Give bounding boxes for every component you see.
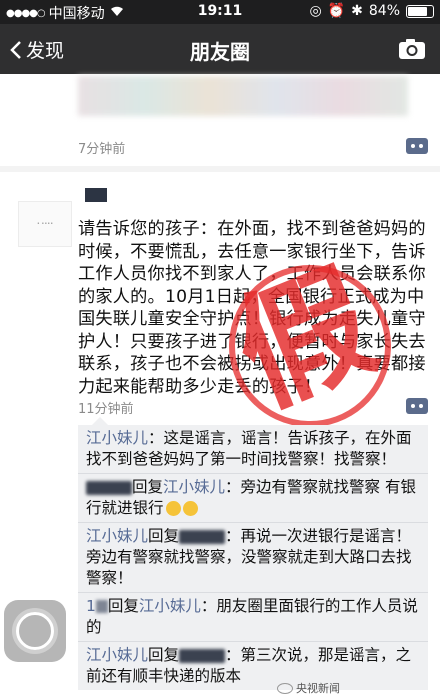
reply-target-name[interactable]: 江小妹儿 bbox=[139, 597, 201, 615]
reply-label: 回复 bbox=[148, 646, 180, 664]
reply-label: 回复 bbox=[107, 597, 139, 615]
commenter-name[interactable]: 江小妹儿 bbox=[86, 646, 148, 664]
reply-target-name[interactable]: 江小妹儿 bbox=[163, 478, 225, 496]
comment-list: 江小妹儿：这是谣言，谣言！告诉孩子，在外面找不到爸爸妈妈了第一时间找警察！找警察… bbox=[78, 417, 428, 690]
comment-item[interactable]: 回复江小妹儿：旁边有警察就找警察 有银行就进银行 bbox=[78, 474, 428, 523]
comment-button[interactable] bbox=[406, 138, 428, 154]
battery-icon bbox=[406, 4, 434, 18]
assistive-touch-button[interactable] bbox=[4, 600, 66, 662]
camera-icon[interactable] bbox=[398, 38, 426, 60]
commenter-name-blurred[interactable] bbox=[86, 480, 132, 495]
commenter-name-blurred[interactable] bbox=[95, 600, 108, 613]
rotation-lock-icon: ◎ bbox=[309, 3, 322, 19]
comment-item[interactable]: 江小妹儿：这是谣言，谣言！告诉孩子，在外面找不到爸爸妈妈了第一时间找警察！找警察… bbox=[78, 425, 428, 474]
reply-target-blurred[interactable] bbox=[179, 648, 226, 663]
alarm-icon: ⏰ bbox=[327, 3, 346, 19]
watermark: 央视新闻 bbox=[277, 680, 340, 696]
nav-bar: 发现 朋友圈 bbox=[0, 24, 440, 74]
moment-time: 7分钟前 bbox=[78, 142, 126, 157]
reply-label: 回复 bbox=[132, 478, 164, 496]
avatar[interactable]: • •••• bbox=[18, 201, 72, 247]
moment-card: 7分钟前 bbox=[0, 74, 440, 166]
commenter-name[interactable]: 江小妹儿 bbox=[86, 527, 148, 545]
reply-target-blurred[interactable] bbox=[179, 529, 226, 544]
emoji-icon bbox=[182, 501, 198, 516]
comment-item[interactable]: 江小妹儿回复 ：第三次说，那是谣言，之前还有顺丰快递的版本 bbox=[78, 642, 428, 690]
commenter-name-prefix[interactable]: 1 bbox=[86, 597, 96, 615]
status-bar: ●●●●○ 中国移动 19:11 ◎ ⏰ ✱ 84% bbox=[0, 0, 440, 24]
comment-button[interactable] bbox=[406, 398, 428, 414]
commenter-name[interactable]: 江小妹儿 bbox=[86, 429, 148, 447]
watermark-text: 央视新闻 bbox=[296, 682, 340, 695]
eye-icon bbox=[277, 682, 293, 694]
page-title: 朋友圈 bbox=[190, 40, 250, 64]
comment-item[interactable]: 江小妹儿回复 ：再说一次进银行是谣言！旁边有警察就找警察，没警察就走到大路口去找警… bbox=[78, 523, 428, 593]
moment-time: 11分钟前 bbox=[78, 402, 134, 417]
reply-label: 回复 bbox=[148, 527, 180, 545]
bluetooth-icon: ✱ bbox=[351, 3, 363, 19]
comment-item[interactable]: 1 回复江小妹儿：朋友圈里面银行的工作人员说的 bbox=[78, 593, 428, 642]
username-blurred[interactable] bbox=[85, 188, 107, 202]
emoji-icon bbox=[165, 501, 181, 516]
blurred-content bbox=[78, 76, 408, 116]
battery-percent: 84% bbox=[368, 3, 400, 19]
